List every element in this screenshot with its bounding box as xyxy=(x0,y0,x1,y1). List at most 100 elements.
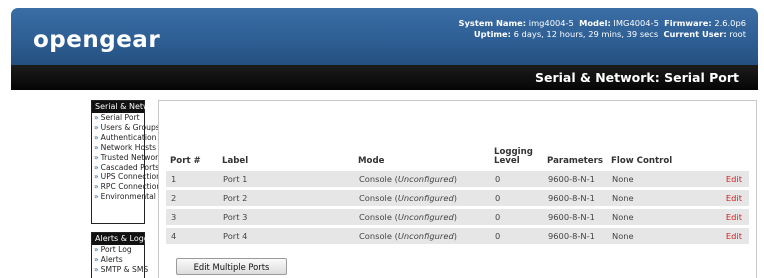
sidebar-item-label: RPC Connections xyxy=(100,182,166,192)
cell-parameters: 9600-8-N-1 xyxy=(543,209,607,225)
cell-label: Port 2 xyxy=(218,190,354,206)
sidebar-item-network-hosts[interactable]: » Network Hosts xyxy=(92,142,156,153)
cell-actions: Edit xyxy=(677,228,749,244)
sidebar-item-label: Users & Groups xyxy=(100,122,160,132)
cell-parameters: 9600-8-N-1 xyxy=(543,171,607,187)
sidebar-item-port-log[interactable]: » Port Log xyxy=(92,245,144,255)
bullet-icon: » xyxy=(94,172,99,182)
bullet-icon: » xyxy=(94,254,99,264)
sidebar-group-title[interactable]: Alerts & Logging xyxy=(92,233,161,245)
mode-status: Unconfigured xyxy=(397,212,454,222)
sidebar-item-ups-connections[interactable]: » UPS Connections xyxy=(92,172,165,182)
mode-value: Console xyxy=(359,193,392,203)
sidebar-item-label: Alerts xyxy=(100,254,123,264)
sidebar-item-alerts[interactable]: » Alerts xyxy=(92,255,144,265)
cell-flow-control: None xyxy=(607,171,677,187)
sidebar-item-environmental[interactable]: » Environmental xyxy=(92,192,156,202)
firmware-label: Firmware: xyxy=(664,18,712,28)
cell-port: 2 xyxy=(166,190,218,206)
cell-logging-level: 0 xyxy=(490,171,543,187)
sidebar-item-trusted-networks[interactable]: » Trusted Networks xyxy=(92,152,167,163)
edit-port-link[interactable]: Edit xyxy=(726,231,742,241)
sidebar-item-users-groups[interactable]: » Users & Groups xyxy=(92,122,160,133)
sidebar-group-title[interactable]: Serial & Network xyxy=(92,101,162,113)
bullet-icon: » xyxy=(94,192,99,202)
cell-actions: Edit xyxy=(677,171,749,187)
sidebar-group-alerts-logging: Alerts & Logging » Port Log » Alerts » SMTP… xyxy=(91,232,161,278)
bullet-icon: » xyxy=(94,113,99,122)
mode-value: Console xyxy=(359,174,392,184)
sidebar-item-authentication[interactable]: » Authentication xyxy=(92,132,156,143)
header-banner: opengear System Name: img4004-5 Model: I… xyxy=(11,8,758,65)
current-user-value: root xyxy=(729,29,746,39)
cell-parameters: 9600-8-N-1 xyxy=(543,228,607,244)
cell-actions: Edit xyxy=(677,209,749,225)
cell-label: Port 4 xyxy=(218,228,354,244)
sidebar-item-label: Authentication xyxy=(100,132,157,142)
column-header-actions xyxy=(677,148,749,168)
system-info: System Name: img4004-5 Model: IMG4004-5 … xyxy=(459,18,746,40)
model-label: Model: xyxy=(579,18,611,28)
cell-flow-control: None xyxy=(607,209,677,225)
cell-port: 1 xyxy=(166,171,218,187)
cell-mode: Console (Unconfigured) xyxy=(354,228,490,244)
mode-status: Unconfigured xyxy=(397,231,454,241)
cell-logging-level: 0 xyxy=(490,190,543,206)
sidebar-item-label: Network Hosts xyxy=(100,142,157,152)
main-panel: Port # Label Mode Logging Level Paramete… xyxy=(158,100,757,278)
page-header: opengear System Name: img4004-5 Model: I… xyxy=(11,8,758,90)
mode-status: Unconfigured xyxy=(397,193,454,203)
sidebar-item-label: SMTP & SMS xyxy=(100,264,149,274)
system-info-line-1: System Name: img4004-5 Model: IMG4004-5 … xyxy=(459,18,746,29)
edit-multiple-ports-button[interactable]: Edit Multiple Ports xyxy=(176,258,287,275)
mode-value: Console xyxy=(359,231,392,241)
sidebar-item-serial-port[interactable]: » Serial Port xyxy=(92,113,144,123)
sidebar-item-label: Trusted Networks xyxy=(100,152,167,162)
bullet-icon: » xyxy=(94,142,99,152)
bullet-icon: » xyxy=(94,152,99,162)
bullet-icon: » xyxy=(94,132,99,142)
table-row: 2 Port 2 Console (Unconfigured) 0 9600-8… xyxy=(166,190,749,206)
cell-mode: Console (Unconfigured) xyxy=(354,190,490,206)
system-name-value: img4004-5 xyxy=(528,18,574,28)
model-value: IMG4004-5 xyxy=(613,18,659,28)
bullet-icon: » xyxy=(94,264,99,274)
uptime-value: 6 days, 12 hours, 29 mins, 39 secs xyxy=(513,29,659,39)
sidebar-group-serial-network: Serial & Network » Serial Port » Users & G… xyxy=(91,100,167,224)
sidebar-item-smtp-sms[interactable]: » SMTP & SMS xyxy=(92,264,148,275)
bullet-icon: » xyxy=(94,182,99,192)
cell-port: 4 xyxy=(166,228,218,244)
cell-logging-level: 0 xyxy=(490,228,543,244)
cell-parameters: 9600-8-N-1 xyxy=(543,190,607,206)
table-row: 4 Port 4 Console (Unconfigured) 0 9600-8… xyxy=(166,228,749,244)
bullet-icon: » xyxy=(94,245,99,254)
firmware-value: 2.6.0p6 xyxy=(714,18,746,28)
uptime-label: Uptime: xyxy=(473,29,511,39)
mode-status: Unconfigured xyxy=(397,174,454,184)
cell-logging-level: 0 xyxy=(490,209,543,225)
cell-flow-control: None xyxy=(607,190,677,206)
column-header-flow-control: Flow Control xyxy=(611,156,673,166)
bullet-icon: » xyxy=(94,122,99,132)
column-header-port: Port # xyxy=(170,156,201,166)
column-header-logging-level: Logging Level xyxy=(494,147,533,166)
sidebar-item-rpc-connections[interactable]: » RPC Connections xyxy=(92,182,165,192)
sidebar-item-cascaded-ports[interactable]: » Cascaded Ports xyxy=(92,162,159,173)
app-frame: opengear System Name: img4004-5 Model: I… xyxy=(0,0,764,278)
opengear-logo[interactable]: opengear xyxy=(33,27,160,53)
column-header-label: Label xyxy=(222,156,249,166)
sidebar-item-label: Environmental xyxy=(100,192,156,202)
cell-actions: Edit xyxy=(677,190,749,206)
system-info-line-2: Uptime: 6 days, 12 hours, 29 mins, 39 se… xyxy=(459,29,746,40)
cell-port: 3 xyxy=(166,209,218,225)
edit-port-link[interactable]: Edit xyxy=(726,193,742,203)
cell-flow-control: None xyxy=(607,228,677,244)
current-user-label: Current User: xyxy=(663,29,727,39)
edit-port-link[interactable]: Edit xyxy=(726,174,742,184)
sidebar-item-label: Serial Port xyxy=(100,113,140,122)
system-name-label: System Name: xyxy=(458,18,527,28)
edit-port-link[interactable]: Edit xyxy=(726,212,742,222)
bullet-icon: » xyxy=(94,162,99,172)
column-header-parameters: Parameters xyxy=(547,156,603,166)
sidebar-item-label: UPS Connections xyxy=(100,172,165,182)
